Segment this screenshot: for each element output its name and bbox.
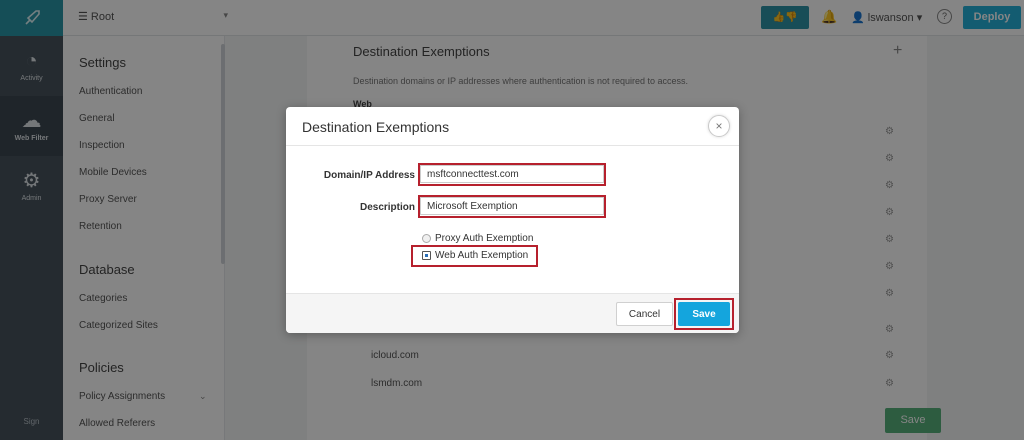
destination-exemptions-dialog: Destination Exemptions × Domain/IP Addre… [286,107,739,333]
description-label: Description [359,202,415,213]
radio-web-auth[interactable]: Web Auth Exemption [422,250,528,261]
dialog-title: Destination Exemptions [302,119,450,135]
radio-label: Web Auth Exemption [435,250,529,261]
domain-label: Domain/IP Address [323,170,415,181]
save-button[interactable]: Save [678,302,730,326]
radio-label: Proxy Auth Exemption [435,233,534,244]
radio-button-selected[interactable] [422,251,431,260]
dialog-header: Destination Exemptions × [286,107,739,146]
cancel-button[interactable]: Cancel [616,302,673,326]
radio-proxy-auth[interactable]: Proxy Auth Exemption [422,233,533,244]
radio-button[interactable] [422,234,431,243]
close-icon[interactable]: × [708,115,730,137]
domain-input[interactable] [420,165,604,183]
description-input[interactable] [420,197,604,215]
